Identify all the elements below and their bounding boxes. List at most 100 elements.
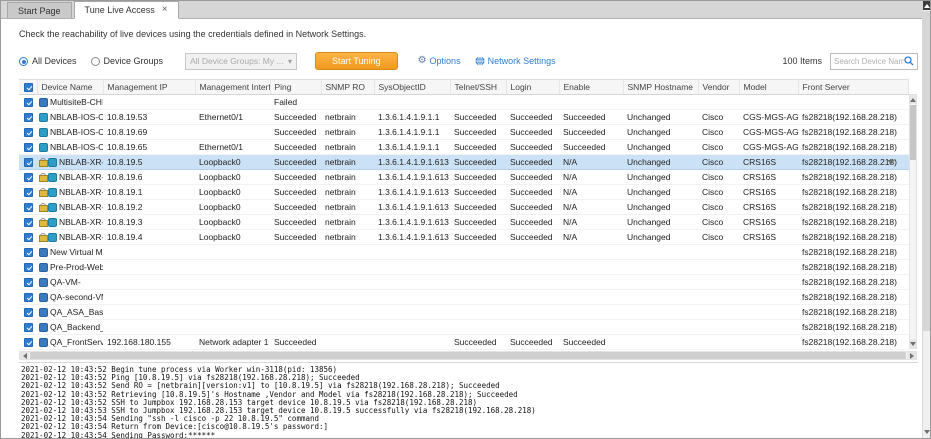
row-checkbox[interactable] xyxy=(24,263,33,272)
cell-vendor: Cisco xyxy=(698,155,739,170)
col-management-interface[interactable]: Management Interface ... xyxy=(195,80,270,95)
col-ping[interactable]: Ping xyxy=(270,80,321,95)
page-scroll-down-icon[interactable] xyxy=(923,427,930,436)
row-checkbox[interactable] xyxy=(24,308,33,317)
device-row[interactable]: NBLAB-XR-PE10.8.19.3Loopback0Succeededne… xyxy=(19,215,909,230)
device-icon xyxy=(48,158,57,167)
device-icon xyxy=(48,233,57,242)
device-row[interactable]: NBLAB-IOS-CE210.8.19.69Succeedednetbrain… xyxy=(19,125,909,140)
col-sysobjectid[interactable]: SysObjectID xyxy=(374,80,450,95)
device-icon xyxy=(48,188,57,197)
cell-model xyxy=(739,95,798,110)
row-checkbox[interactable] xyxy=(24,188,33,197)
row-expander-icon[interactable] xyxy=(887,160,895,164)
device-row[interactable]: New Virtual Maclfs28218(192.168.28.218) xyxy=(19,245,909,260)
row-checkbox[interactable] xyxy=(24,113,33,122)
device-row[interactable]: QA_Backend_srvfs28218(192.168.28.218) xyxy=(19,320,909,335)
page-vertical-scrollbar[interactable] xyxy=(922,1,930,439)
row-checkbox[interactable] xyxy=(24,218,33,227)
col-front-server[interactable]: Front Server xyxy=(798,80,909,95)
row-checkbox[interactable] xyxy=(24,338,33,347)
device-name: Pre-Prod-Web1 xyxy=(50,262,103,272)
device-group-select[interactable]: All Device Groups: My ... ▾ xyxy=(185,53,297,70)
cell-front-server: fs28218(192.168.28.218) xyxy=(798,335,909,350)
device-row[interactable]: QA_FrontServer_192.168.180.155Network ad… xyxy=(19,335,909,350)
col-snmp-hostname[interactable]: SNMP Hostname xyxy=(623,80,698,95)
cell-ping: Succeeded xyxy=(270,110,321,125)
tab-start-page[interactable]: Start Page xyxy=(7,2,72,18)
device-row[interactable]: QA_ASA_Basicfs28218(192.168.28.218) xyxy=(19,305,909,320)
row-checkbox[interactable] xyxy=(24,158,33,167)
device-row[interactable]: QA-second-VMfs28218(192.168.28.218) xyxy=(19,290,909,305)
horizontal-scroll-thumb[interactable] xyxy=(30,352,906,359)
row-checkbox[interactable] xyxy=(24,98,33,107)
scroll-up-icon[interactable] xyxy=(910,95,916,104)
scroll-left-icon[interactable] xyxy=(20,352,29,359)
table-vertical-scrollbar[interactable] xyxy=(909,94,917,349)
col-telnet-ssh[interactable]: Telnet/SSH xyxy=(450,80,506,95)
row-checkbox[interactable] xyxy=(24,128,33,137)
row-checkbox[interactable] xyxy=(24,233,33,242)
row-checkbox[interactable] xyxy=(24,203,33,212)
cell-snmp-hostname: Unchanged xyxy=(623,170,698,185)
cell-front-server: fs28218(192.168.28.218) xyxy=(798,110,909,125)
cell-iface: Loopback0 xyxy=(195,200,270,215)
radio-device-groups[interactable]: Device Groups xyxy=(91,56,164,66)
device-row[interactable]: NBLAB-IOS-CE110.8.19.53Ethernet0/1Succee… xyxy=(19,110,909,125)
device-row[interactable]: NBLAB-XR-P110.8.19.5Loopback0Succeededne… xyxy=(19,155,909,170)
lock-icon xyxy=(39,173,46,182)
page-scroll-up-icon[interactable] xyxy=(923,1,930,10)
search-icon[interactable] xyxy=(904,56,914,66)
device-row[interactable]: MultisiteB-CHI-WFailed xyxy=(19,95,909,110)
device-name: NBLAB-XR-PE xyxy=(59,187,103,197)
cell-enable: Succeeded xyxy=(559,110,623,125)
col-management-ip[interactable]: Management IP xyxy=(103,80,195,95)
col-enable[interactable]: Enable xyxy=(559,80,623,95)
tab-tune-live-access[interactable]: Tune Live Access × xyxy=(74,1,179,19)
cell-snmp-hostname xyxy=(623,320,698,335)
page-scroll-thumb[interactable] xyxy=(923,11,930,331)
col-login[interactable]: Login xyxy=(506,80,559,95)
cell-snmp-ro: netbrain xyxy=(321,125,374,140)
row-checkbox[interactable] xyxy=(24,293,33,302)
device-row[interactable]: NBLAB-XR-P210.8.19.6Loopback0Succeededne… xyxy=(19,170,909,185)
col-vendor[interactable]: Vendor xyxy=(698,80,739,95)
network-settings-link[interactable]: Network Settings xyxy=(475,56,556,66)
cell-iface xyxy=(195,95,270,110)
select-all-checkbox[interactable] xyxy=(24,83,33,92)
device-row[interactable]: QA-VM-fs28218(192.168.28.218) xyxy=(19,275,909,290)
options-link[interactable]: ⚙ Options xyxy=(418,56,461,66)
cell-login: Succeeded xyxy=(506,230,559,245)
close-tab-icon[interactable]: × xyxy=(162,6,168,14)
row-checkbox[interactable] xyxy=(24,173,33,182)
row-checkbox[interactable] xyxy=(24,278,33,287)
row-checkbox[interactable] xyxy=(24,143,33,152)
device-row[interactable]: Pre-Prod-Web1fs28218(192.168.28.218) xyxy=(19,260,909,275)
radio-all-devices[interactable]: All Devices xyxy=(19,56,77,66)
cell-iface xyxy=(195,275,270,290)
col-model[interactable]: Model xyxy=(739,80,798,95)
device-row[interactable]: NBLAB-XR-PE10.8.19.1Loopback0Succeededne… xyxy=(19,185,909,200)
cell-ping: Succeeded xyxy=(270,155,321,170)
col-device-name[interactable]: Device Name xyxy=(37,80,103,95)
row-checkbox[interactable] xyxy=(24,248,33,257)
cell-sysobjectid: 1.3.6.1.4.1.9.1.1 xyxy=(374,140,450,155)
cell-vendor xyxy=(698,275,739,290)
row-checkbox[interactable] xyxy=(24,323,33,332)
table-horizontal-scrollbar[interactable] xyxy=(19,351,917,360)
search-input[interactable] xyxy=(834,57,904,66)
device-row[interactable]: NBLAB-IOS-CE310.8.19.65Ethernet0/1Succee… xyxy=(19,140,909,155)
device-table: Device Name Management IP Management Int… xyxy=(19,79,909,350)
start-tuning-button[interactable]: Start Tuning xyxy=(315,52,398,70)
device-row[interactable]: NBLAB-XR-PE10.8.19.4Loopback0Succeededne… xyxy=(19,230,909,245)
cell-telnet-ssh: Succeeded xyxy=(450,200,506,215)
tab-tune-live-access-label: Tune Live Access xyxy=(85,5,155,15)
scroll-down-icon[interactable] xyxy=(910,339,916,348)
scroll-right-icon[interactable] xyxy=(907,352,916,359)
vertical-scroll-thumb[interactable] xyxy=(910,105,916,160)
device-name: QA-VM- xyxy=(50,277,81,287)
cell-vendor: Cisco xyxy=(698,185,739,200)
device-table-area: Device Name Management IP Management Int… xyxy=(19,79,917,360)
device-row[interactable]: NBLAB-XR-PE10.8.19.2Loopback0Succeededne… xyxy=(19,200,909,215)
col-snmp-ro[interactable]: SNMP RO xyxy=(321,80,374,95)
